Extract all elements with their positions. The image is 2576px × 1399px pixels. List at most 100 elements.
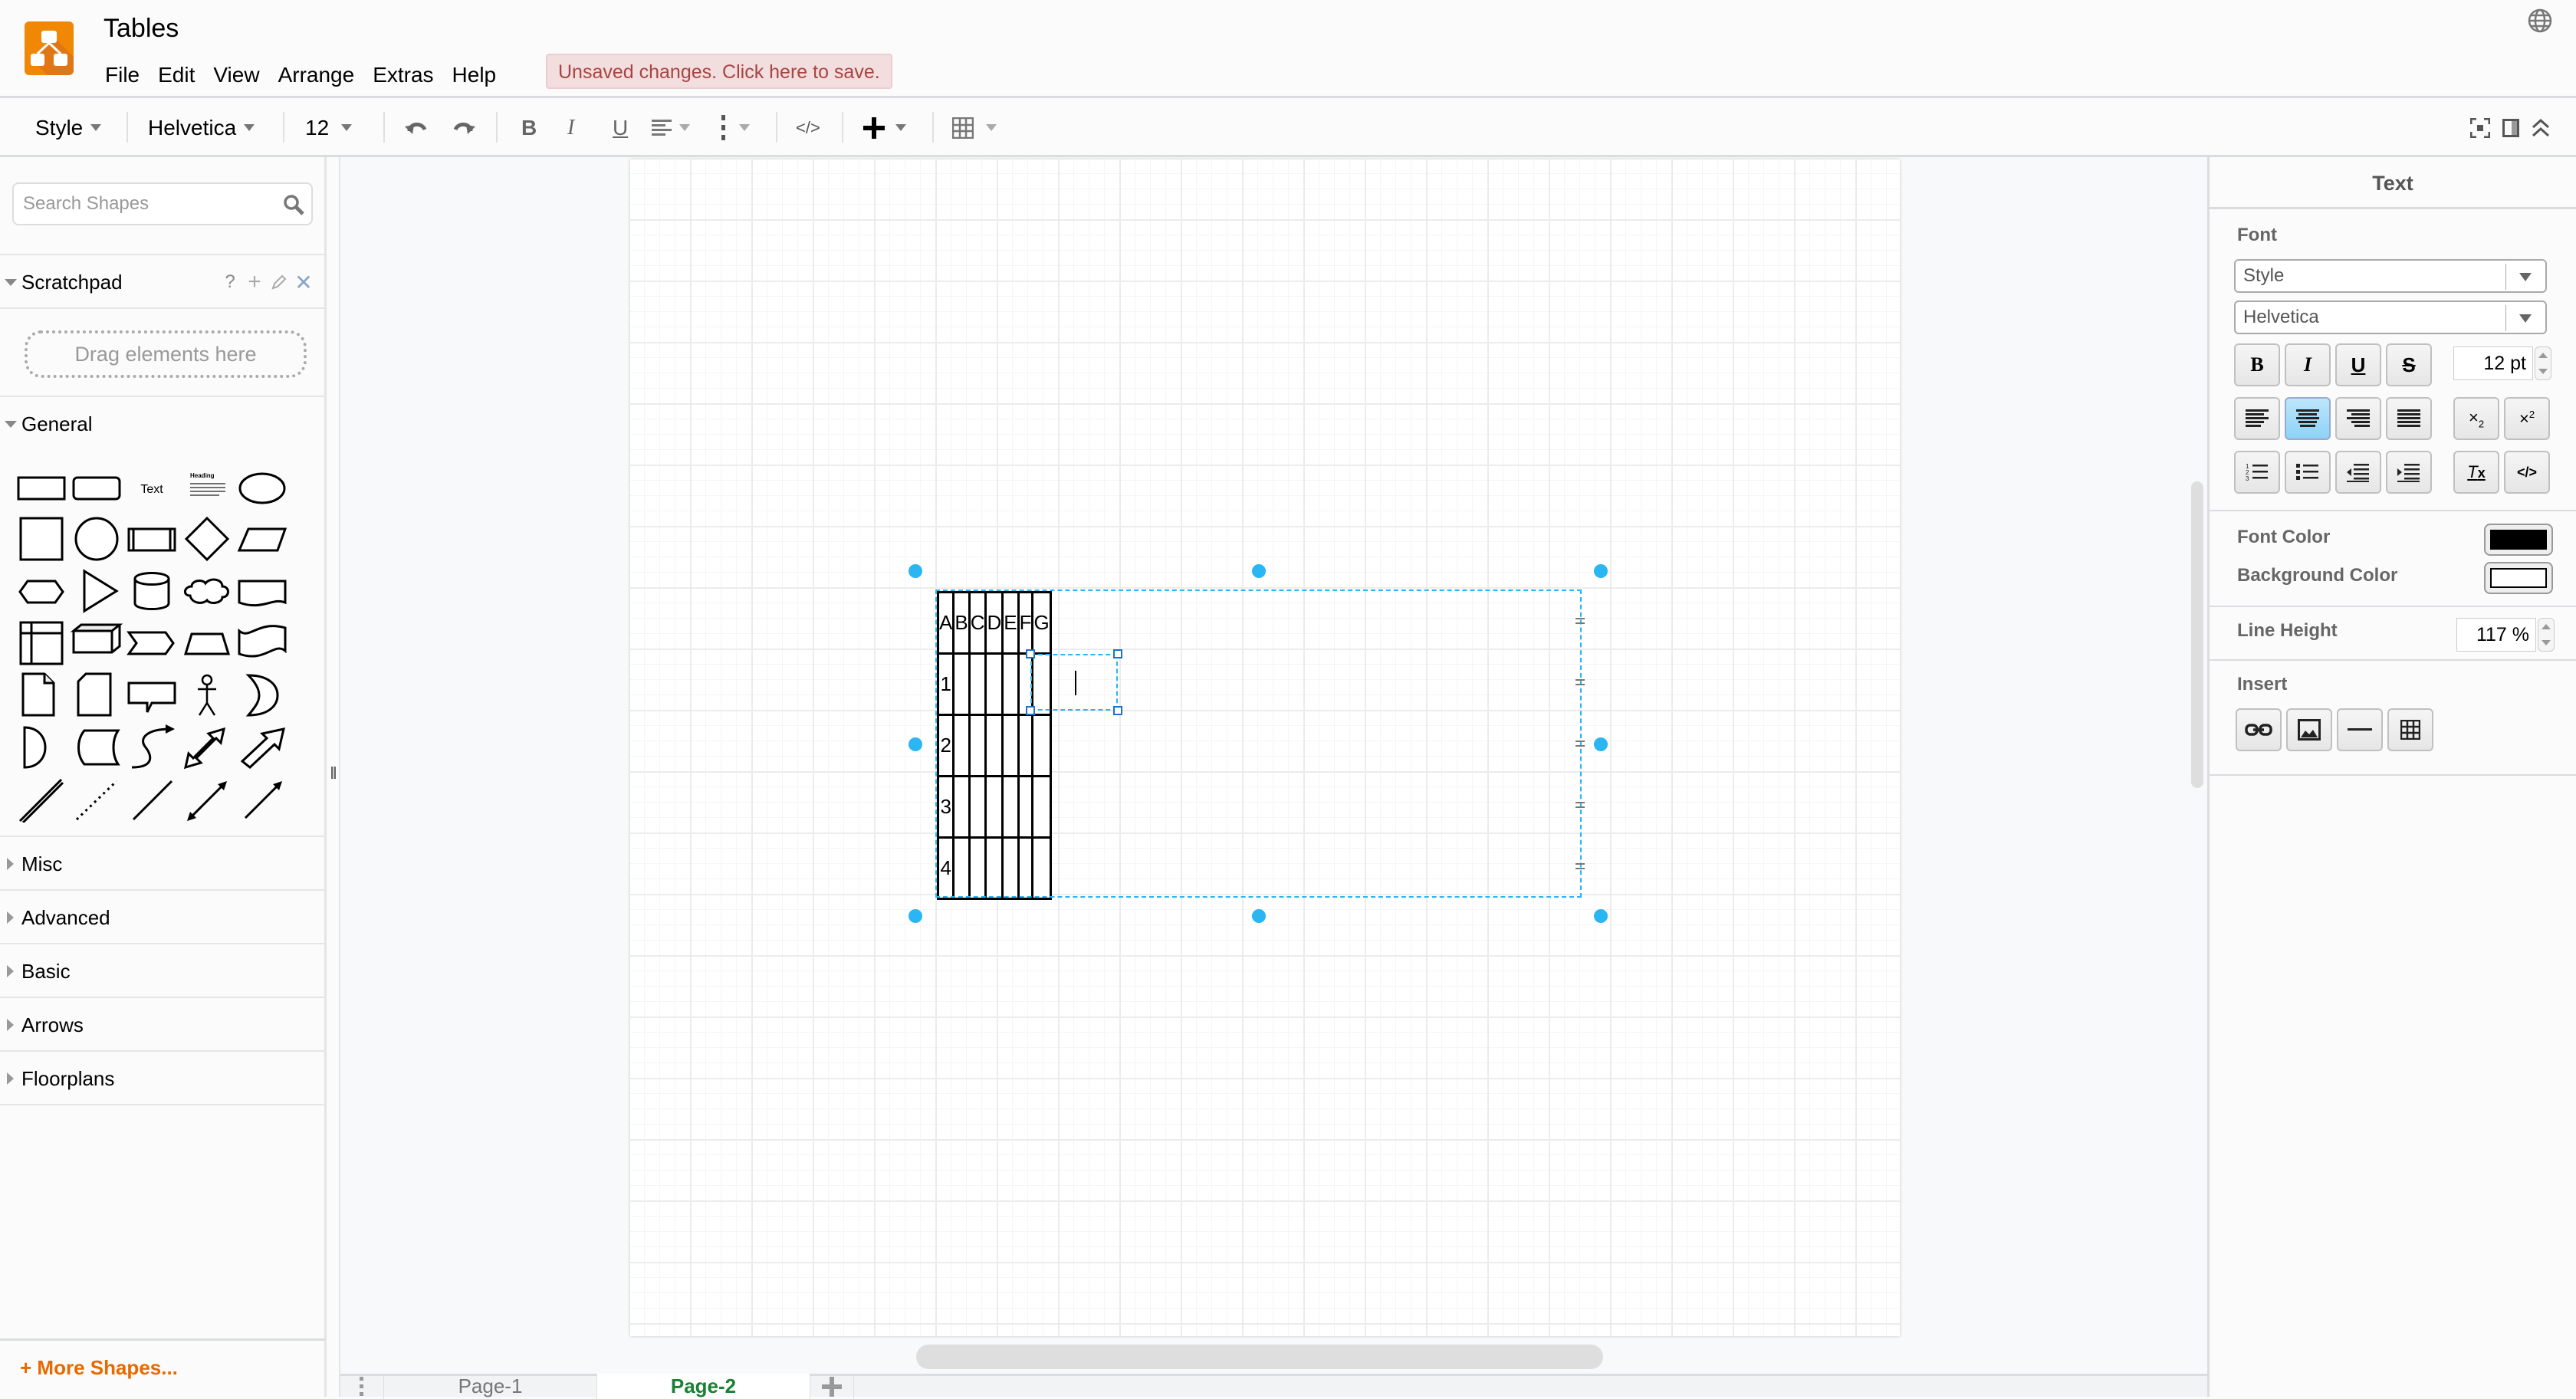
section-misc[interactable]: Misc (0, 836, 325, 889)
shape-callout[interactable] (124, 672, 179, 718)
indent-button[interactable] (2386, 451, 2432, 494)
table-cell[interactable] (952, 652, 971, 716)
diagram-canvas[interactable]: ABCDEFG1234 (340, 157, 2207, 1374)
table-header-cell[interactable]: F (1017, 591, 1034, 655)
outdent-button[interactable] (2335, 451, 2381, 494)
table-cell[interactable] (1031, 836, 1052, 900)
unsaved-changes-button[interactable]: Unsaved changes. Click here to save. (546, 54, 892, 89)
diagram-page[interactable]: ABCDEFG1234 (630, 159, 1900, 1336)
collapse-header-button[interactable] (2532, 98, 2550, 157)
align-dropdown[interactable] (652, 98, 690, 157)
resize-handle-nw[interactable] (909, 564, 922, 578)
table-cell[interactable] (968, 836, 987, 900)
table-dropdown[interactable] (952, 98, 997, 157)
shape-cube[interactable] (69, 620, 124, 666)
table-cell[interactable]: 3 (936, 775, 955, 839)
line-height-input[interactable]: 117 % (2456, 618, 2536, 652)
clear-formatting-button[interactable]: Tx (2453, 451, 2499, 494)
shape-process[interactable] (124, 516, 179, 562)
cell-resize-handle[interactable] (1113, 649, 1122, 658)
strikethrough-button[interactable]: S (2386, 343, 2432, 386)
table-cell[interactable] (1001, 836, 1020, 900)
resize-handle-e[interactable] (1594, 737, 1608, 751)
shape-bidirectional-connector[interactable] (179, 777, 235, 823)
shape-actor[interactable] (179, 672, 235, 718)
numbered-list-button[interactable]: 123 (2234, 451, 2280, 494)
html-button[interactable]: </> (796, 98, 820, 157)
table-cell[interactable]: 2 (936, 714, 955, 777)
html-edit-button[interactable]: </> (2504, 451, 2550, 494)
shape-directional-connector[interactable] (235, 777, 290, 823)
menu-file[interactable]: File (105, 60, 149, 90)
vertical-align-dropdown[interactable] (721, 98, 750, 157)
fullscreen-button[interactable] (2470, 98, 2490, 157)
search-icon[interactable] (282, 193, 305, 216)
shape-triangle[interactable] (69, 568, 124, 614)
shape-or[interactable] (235, 672, 290, 718)
table-cell[interactable]: 4 (936, 836, 955, 900)
table-cell[interactable] (984, 714, 1004, 777)
shape-note[interactable] (14, 672, 69, 718)
add-icon[interactable]: + (245, 269, 264, 295)
align-right-button[interactable] (2335, 397, 2381, 440)
resize-handle-sw[interactable] (909, 909, 922, 923)
table-header-cell[interactable]: G (1031, 591, 1052, 655)
table-cell[interactable] (968, 652, 987, 716)
scratchpad-dropzone[interactable]: Drag elements here (25, 330, 307, 378)
shape-circle[interactable] (69, 516, 124, 562)
page-tab-1[interactable]: Page-1 (384, 1374, 597, 1399)
add-page-button[interactable] (810, 1374, 854, 1399)
menu-extras[interactable]: Extras (363, 60, 442, 90)
table-header-cell[interactable]: E (1001, 591, 1020, 655)
edit-pencil-icon[interactable] (270, 274, 288, 291)
font-size-input[interactable]: 12 pt (2453, 346, 2533, 380)
resize-handle-w[interactable] (909, 737, 922, 751)
insert-table-button[interactable] (2387, 708, 2433, 751)
line-height-spinner[interactable] (2538, 618, 2555, 652)
shape-rectangle[interactable] (14, 464, 69, 510)
align-center-button[interactable] (2285, 397, 2331, 440)
justify-button[interactable] (2386, 397, 2432, 440)
superscript-button[interactable]: ×2 (2504, 397, 2550, 440)
shape-hexagon[interactable] (14, 568, 69, 614)
table-cell[interactable] (984, 652, 1004, 716)
resize-handle-s[interactable] (1252, 909, 1266, 923)
menu-arrange[interactable]: Arrange (269, 60, 364, 90)
shape-cylinder[interactable] (124, 568, 179, 614)
pages-menu-button[interactable] (340, 1374, 384, 1399)
resize-handle-n[interactable] (1252, 564, 1266, 578)
table-cell[interactable] (1001, 652, 1020, 716)
insert-image-button[interactable] (2286, 708, 2332, 751)
table-header-cell[interactable]: D (984, 591, 1004, 655)
section-scratchpad[interactable]: Scratchpad ? + ✕ (0, 254, 325, 307)
row-resize-grip[interactable] (1576, 741, 1585, 747)
undo-button[interactable] (405, 98, 429, 157)
more-shapes-button[interactable]: + More Shapes... (20, 1356, 178, 1380)
shape-document[interactable] (235, 568, 290, 614)
style-select[interactable]: Style (2234, 259, 2547, 293)
shape-bidirectional-arrow[interactable] (179, 724, 235, 770)
shape-arrow[interactable] (235, 724, 290, 770)
insert-dropdown[interactable] (863, 98, 906, 157)
table-cell[interactable] (1017, 836, 1034, 900)
document-title[interactable]: Tables (104, 14, 179, 44)
menu-view[interactable]: View (204, 60, 268, 90)
shape-card[interactable] (69, 672, 124, 718)
format-panel-toggle[interactable] (2502, 98, 2519, 157)
shape-curved-arrow[interactable] (124, 724, 179, 770)
align-left-button[interactable] (2234, 397, 2280, 440)
help-icon[interactable]: ? (221, 271, 239, 293)
table-cell[interactable] (1001, 775, 1020, 839)
shape-data-storage[interactable] (69, 724, 124, 770)
table-cell[interactable] (952, 836, 971, 900)
table-cell[interactable] (952, 775, 971, 839)
shape-text[interactable]: Text (124, 464, 179, 510)
table-cell[interactable] (968, 714, 987, 777)
table-cell[interactable] (1031, 775, 1052, 839)
table-cell[interactable] (1017, 714, 1034, 777)
shape-tape[interactable] (235, 620, 290, 666)
section-advanced[interactable]: Advanced (0, 889, 325, 943)
insert-horizontal-rule-button[interactable] (2337, 708, 2383, 751)
shape-cloud[interactable] (179, 568, 235, 614)
row-resize-grip[interactable] (1576, 802, 1585, 808)
